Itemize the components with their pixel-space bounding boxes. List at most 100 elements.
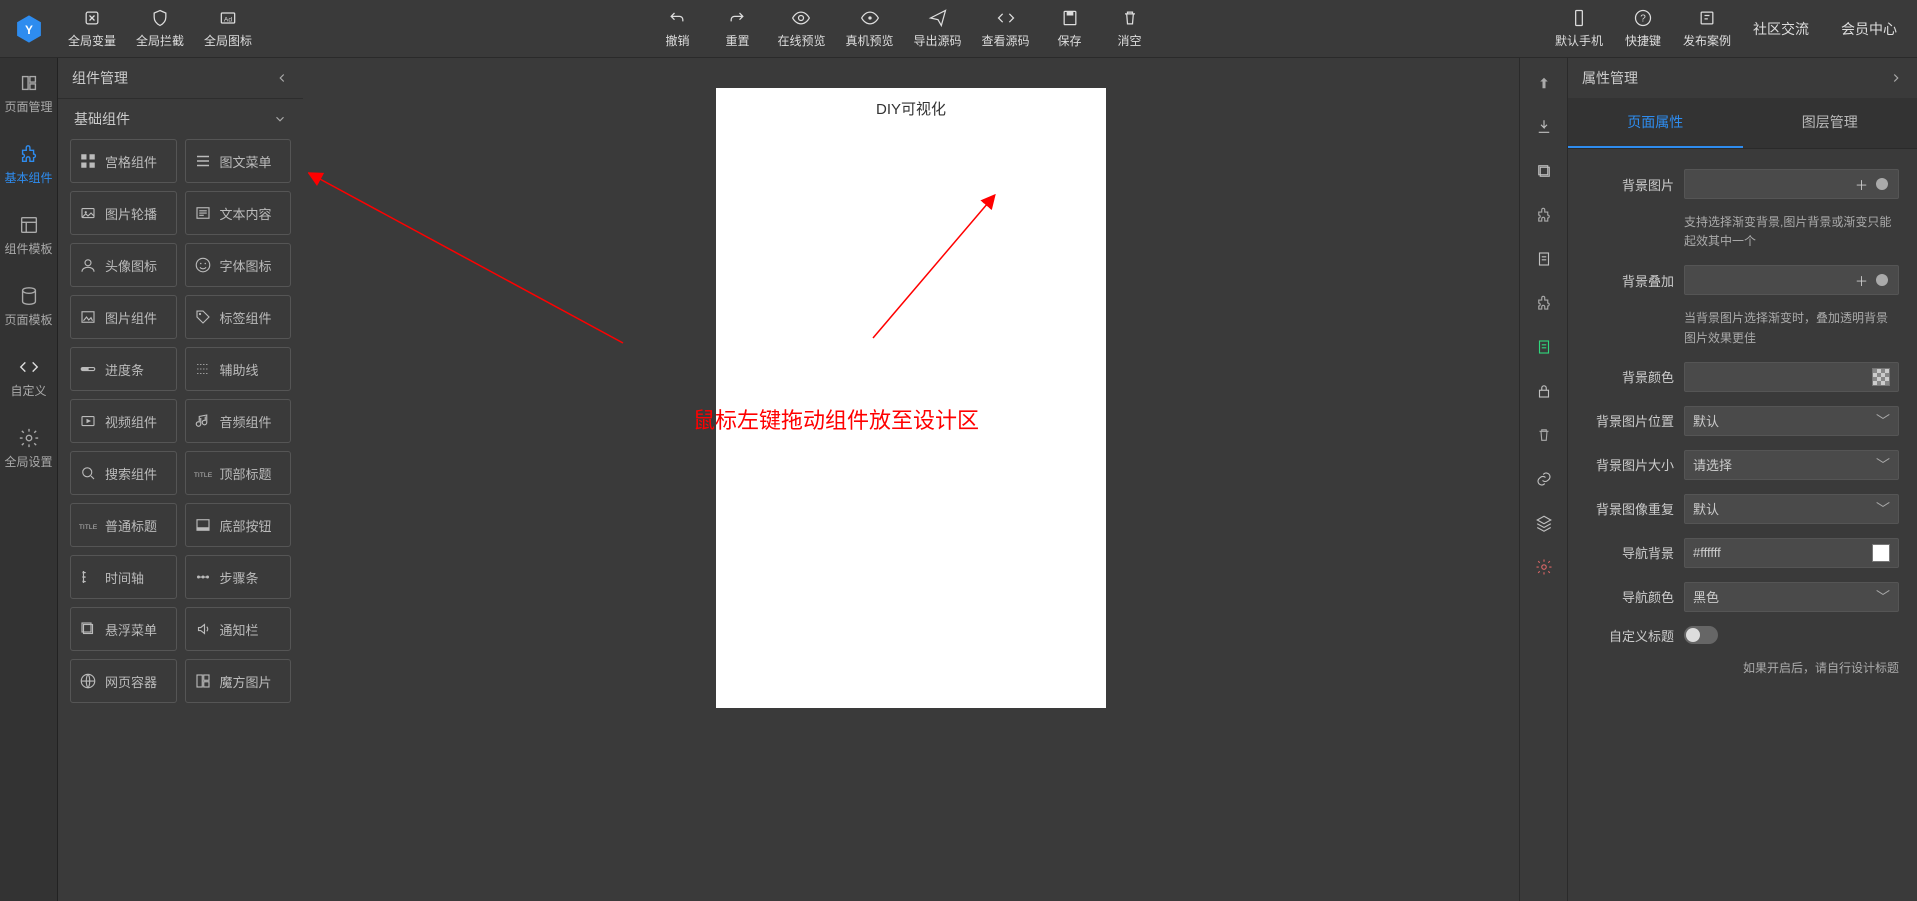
panel-title[interactable]: 组件管理 (58, 58, 303, 98)
component-网页容器[interactable]: 网页容器 (70, 659, 177, 703)
collapse-right-icon (1889, 71, 1903, 85)
phone-icon (1569, 8, 1589, 28)
puzzle2-icon[interactable] (1535, 294, 1553, 312)
默认手机-button[interactable]: 默认手机 (1553, 4, 1605, 53)
property-panel: 属性管理 页面属性 图层管理 背景图片 ＋ 支持选择渐变背景,图片背景或渐变只能… (1567, 58, 1917, 901)
component-底部按钮[interactable]: 底部按钮 (185, 503, 292, 547)
undo-icon (667, 8, 687, 28)
重置-button[interactable]: 重置 (715, 4, 759, 53)
palette-icon[interactable] (1874, 272, 1890, 288)
component-时间轴[interactable]: 时间轴 (70, 555, 177, 599)
bg-pos-select[interactable]: 默认﹀ (1684, 406, 1899, 436)
annotation-text: 鼠标左键拖动组件放至设计区 (693, 403, 979, 435)
component-魔方图片[interactable]: 魔方图片 (185, 659, 292, 703)
bg-color-input[interactable] (1684, 362, 1899, 392)
component-标签组件[interactable]: 标签组件 (185, 295, 292, 339)
download-icon[interactable] (1535, 118, 1553, 136)
db-icon (18, 285, 40, 307)
steps-icon (194, 568, 212, 586)
timeline-icon (79, 568, 97, 586)
component-头像图标[interactable]: 头像图标 (70, 243, 177, 287)
palette-icon[interactable] (1874, 176, 1890, 192)
puzzle-icon[interactable] (1535, 206, 1553, 224)
全局拦截-button[interactable]: 全局拦截 (134, 4, 186, 53)
float-icon (79, 620, 97, 638)
nav-bg-label: 导航背景 (1586, 543, 1674, 562)
bg-image-input[interactable]: ＋ (1684, 169, 1899, 199)
note-green-icon[interactable] (1535, 338, 1553, 356)
svg-text:Y: Y (25, 23, 33, 37)
component-视频组件[interactable]: 视频组件 (70, 399, 177, 443)
magic-icon (194, 672, 212, 690)
phone-canvas[interactable]: DIY可视化 (716, 88, 1106, 708)
nav-color-select[interactable]: 黑色﹀ (1684, 582, 1899, 612)
bg-size-select[interactable]: 请选择﹀ (1684, 450, 1899, 480)
canvas-area[interactable]: DIY可视化 鼠标左键拖动组件放至设计区 (303, 58, 1519, 901)
bg-repeat-select[interactable]: 默认﹀ (1684, 494, 1899, 524)
导出源码-button[interactable]: 导出源码 (912, 4, 964, 53)
component-宫格组件[interactable]: 宫格组件 (70, 139, 177, 183)
发布案例-button[interactable]: 发布案例 (1681, 4, 1733, 53)
add-icon[interactable]: ＋ (1855, 175, 1868, 194)
rail-自定义[interactable]: 自定义 (0, 342, 57, 413)
消空-button[interactable]: 消空 (1108, 4, 1152, 53)
component-搜索组件[interactable]: 搜索组件 (70, 451, 177, 495)
bg-size-label: 背景图片大小 (1586, 455, 1674, 474)
section-title[interactable]: 基础组件 (66, 99, 295, 139)
left-rail: 页面管理基本组件组件模板页面模板自定义全局设置 (0, 58, 58, 901)
text-icon (194, 204, 212, 222)
component-辅助线[interactable]: 辅助线 (185, 347, 292, 391)
right-panel-title[interactable]: 属性管理 (1568, 58, 1917, 98)
社区交流-link[interactable]: 社区交流 (1745, 19, 1817, 39)
component-普通标题[interactable]: TITLE普通标题 (70, 503, 177, 547)
component-字体图标[interactable]: 字体图标 (185, 243, 292, 287)
rail-页面管理[interactable]: 页面管理 (0, 58, 57, 129)
transparent-swatch (1872, 368, 1890, 386)
top-icon[interactable] (1535, 74, 1553, 92)
nav-bg-input[interactable]: #ffffff (1684, 538, 1899, 568)
doc-icon[interactable] (1535, 250, 1553, 268)
chevron-down-icon (273, 112, 287, 126)
快捷键-button[interactable]: ?快捷键 (1621, 4, 1665, 53)
custom-title-toggle[interactable] (1684, 626, 1718, 644)
component-顶部标题[interactable]: TITLE顶部标题 (185, 451, 292, 495)
tab-layer-manage[interactable]: 图层管理 (1743, 98, 1917, 148)
gear-red-icon[interactable] (1535, 558, 1553, 576)
layers-icon[interactable] (1535, 514, 1553, 532)
eye-icon (791, 8, 811, 28)
tab-page-props[interactable]: 页面属性 (1568, 98, 1743, 148)
保存-button[interactable]: 保存 (1048, 4, 1092, 53)
全局图标-button[interactable]: Ad全局图标 (202, 4, 254, 53)
component-文本内容[interactable]: 文本内容 (185, 191, 292, 235)
撤销-button[interactable]: 撤销 (655, 4, 699, 53)
会员中心-link[interactable]: 会员中心 (1833, 19, 1905, 39)
lock-icon[interactable] (1535, 382, 1553, 400)
component-图片轮播[interactable]: 图片轮播 (70, 191, 177, 235)
chevron-down-icon: ﹀ (1876, 587, 1890, 607)
rail-基本组件[interactable]: 基本组件 (0, 129, 57, 200)
link-icon[interactable] (1535, 470, 1553, 488)
component-图片组件[interactable]: 图片组件 (70, 295, 177, 339)
全局变量-button[interactable]: 全局变量 (66, 4, 118, 53)
trash-icon[interactable] (1535, 426, 1553, 444)
真机预览-button[interactable]: 真机预览 (844, 4, 896, 53)
bg-image-hint: 支持选择渐变背景,图片背景或渐变只能起效其中一个 (1684, 213, 1899, 251)
component-图文菜单[interactable]: 图文菜单 (185, 139, 292, 183)
copy-icon[interactable] (1535, 162, 1553, 180)
查看源码-button[interactable]: 查看源码 (980, 4, 1032, 53)
chevron-down-icon: ﹀ (1876, 411, 1890, 431)
component-通知栏[interactable]: 通知栏 (185, 607, 292, 651)
add-icon[interactable]: ＋ (1855, 271, 1868, 290)
shield-icon (150, 8, 170, 28)
rail-组件模板[interactable]: 组件模板 (0, 200, 57, 271)
white-swatch (1872, 544, 1890, 562)
rail-页面模板[interactable]: 页面模板 (0, 271, 57, 342)
component-悬浮菜单[interactable]: 悬浮菜单 (70, 607, 177, 651)
component-进度条[interactable]: 进度条 (70, 347, 177, 391)
rail-全局设置[interactable]: 全局设置 (0, 413, 57, 484)
component-音频组件[interactable]: 音频组件 (185, 399, 292, 443)
在线预览-button[interactable]: 在线预览 (775, 4, 827, 53)
redo-icon (727, 8, 747, 28)
component-步骤条[interactable]: 步骤条 (185, 555, 292, 599)
bg-overlay-input[interactable]: ＋ (1684, 265, 1899, 295)
